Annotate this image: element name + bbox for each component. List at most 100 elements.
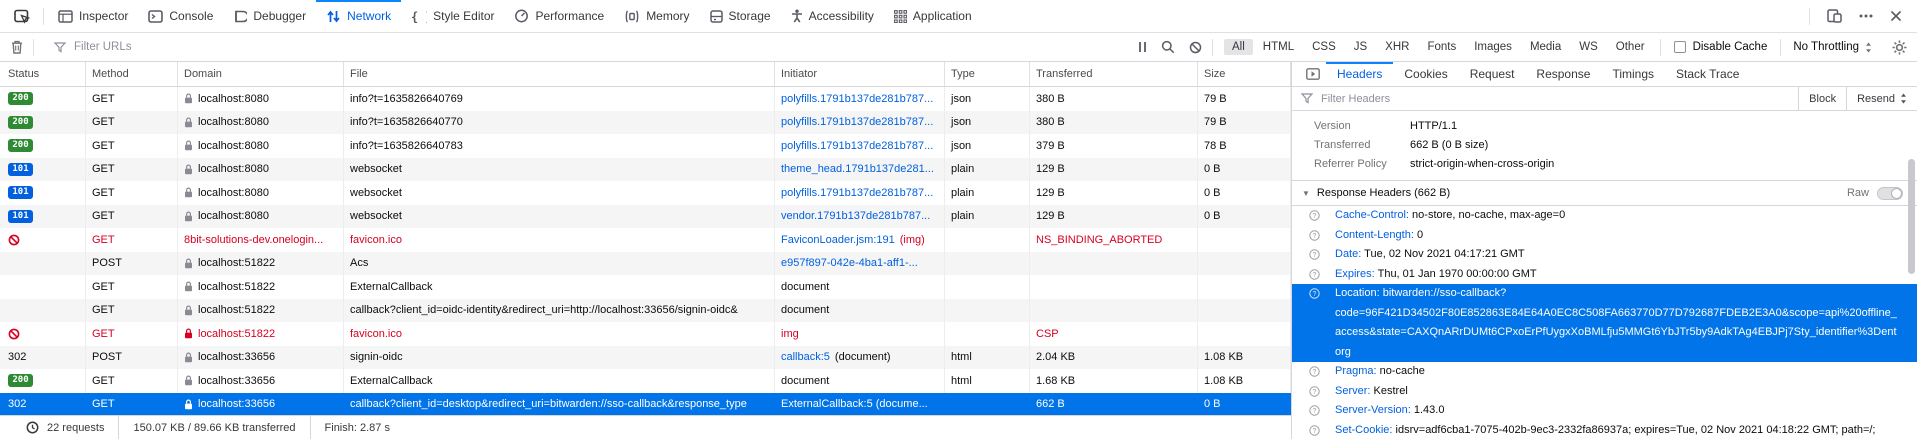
panel-tab-timings[interactable]: Timings <box>1601 62 1665 86</box>
request-row[interactable]: 302POSTlocalhost:33656signin-oidccallbac… <box>0 346 1291 370</box>
panel-tab-stack-trace[interactable]: Stack Trace <box>1665 62 1750 86</box>
request-row[interactable]: 101GETlocalhost:8080websocketpolyfills.1… <box>0 181 1291 205</box>
column-header-size[interactable]: Size <box>1198 62 1291 86</box>
request-row[interactable]: GETlocalhost:51822favicon.icoimgCSP <box>0 322 1291 346</box>
question-icon[interactable]: ? <box>1309 386 1320 397</box>
disable-cache-checkbox[interactable] <box>1674 41 1686 53</box>
initiator-link[interactable]: FaviconLoader.jsm:191 <box>781 234 895 246</box>
filter-pill-ws[interactable]: WS <box>1571 39 1606 55</box>
initiator-link[interactable]: polyfills.1791b137de281b787... <box>781 140 933 152</box>
initiator-link[interactable]: polyfills.1791b137de281b787... <box>781 93 933 105</box>
question-icon[interactable]: ? <box>1309 230 1320 241</box>
tab-application[interactable]: Application <box>884 0 982 32</box>
search-icon[interactable] <box>1161 40 1175 54</box>
question-icon[interactable]: ? <box>1309 249 1320 260</box>
tab-console[interactable]: Console <box>138 0 223 32</box>
filter-urls-input[interactable] <box>72 40 1138 54</box>
close-icon[interactable] <box>1890 10 1902 22</box>
svg-text:?: ? <box>1313 408 1317 415</box>
node-picker-button[interactable] <box>0 0 43 32</box>
question-icon[interactable]: ? <box>1309 288 1320 299</box>
initiator-link[interactable]: polyfills.1791b137de281b787... <box>781 116 933 128</box>
initiator-link[interactable]: e957f897-042e-4ba1-aff1-... <box>781 257 918 269</box>
filter-pill-images[interactable]: Images <box>1466 39 1520 55</box>
initiator-link[interactable]: vendor.1791b137de281b787... <box>781 210 930 222</box>
type-cell: html <box>945 369 1030 393</box>
sidebar-toggle-icon[interactable] <box>1298 62 1326 86</box>
panel-tab-response[interactable]: Response <box>1525 62 1601 86</box>
resend-button[interactable]: Resend <box>1846 87 1917 110</box>
panel-tab-headers[interactable]: Headers <box>1326 62 1393 86</box>
header-row-expires[interactable]: ?Expires: Thu, 01 Jan 1970 00:00:00 GMT <box>1292 265 1917 285</box>
clear-requests-button[interactable] <box>11 40 23 54</box>
throttling-select[interactable]: No Throttling <box>1781 41 1884 53</box>
initiator-link[interactable]: polyfills.1791b137de281b787... <box>781 187 933 199</box>
network-settings-button[interactable] <box>1884 40 1917 55</box>
method-cell: GET <box>86 111 178 135</box>
filter-pill-css[interactable]: CSS <box>1304 39 1344 55</box>
request-row[interactable]: 101GETlocalhost:8080websocketvendor.1791… <box>0 205 1291 229</box>
initiator-link[interactable]: theme_head.1791b137de281... <box>781 163 934 175</box>
column-header-transferred[interactable]: Transferred <box>1030 62 1198 86</box>
filter-pill-media[interactable]: Media <box>1522 39 1569 55</box>
tab-memory[interactable]: Memory <box>614 0 699 32</box>
tab-storage[interactable]: Storage <box>700 0 781 32</box>
column-header-initiator[interactable]: Initiator <box>775 62 945 86</box>
header-row-set-cookie[interactable]: ?Set-Cookie: idsrv=adf6cba1-7075-402b-9e… <box>1292 421 1917 439</box>
responsive-design-mode-icon[interactable] <box>1827 9 1842 23</box>
tab-inspector[interactable]: Inspector <box>48 0 138 32</box>
filter-pill-fonts[interactable]: Fonts <box>1419 39 1464 55</box>
meatball-menu-icon[interactable] <box>1859 14 1873 18</box>
header-row-server[interactable]: ?Server: Kestrel <box>1292 382 1917 402</box>
request-row[interactable]: GETlocalhost:51822ExternalCallbackdocume… <box>0 275 1291 299</box>
filter-pill-xhr[interactable]: XHR <box>1377 39 1417 55</box>
filter-headers-input[interactable] <box>1319 92 1798 106</box>
question-icon[interactable]: ? <box>1309 366 1320 377</box>
filter-pill-all[interactable]: All <box>1224 39 1253 55</box>
disable-cache-toggle[interactable]: Disable Cache <box>1661 41 1781 53</box>
request-row[interactable]: 200GETlocalhost:8080info?t=1635826640770… <box>0 111 1291 135</box>
tab-accessibility[interactable]: Accessibility <box>781 0 884 32</box>
question-icon[interactable]: ? <box>1309 425 1320 436</box>
panel-tab-cookies[interactable]: Cookies <box>1393 62 1458 86</box>
tab-style-editor[interactable]: { }Style Editor <box>401 0 504 32</box>
response-headers-section-header[interactable]: ▼ Response Headers (662 B) Raw <box>1292 180 1917 206</box>
initiator-link[interactable]: callback:5 <box>781 351 830 363</box>
filter-pill-js[interactable]: JS <box>1346 39 1375 55</box>
raw-toggle[interactable] <box>1877 187 1903 200</box>
request-row[interactable]: 200GETlocalhost:8080info?t=1635826640783… <box>0 134 1291 158</box>
tab-performance[interactable]: Performance <box>504 0 614 32</box>
column-header-file[interactable]: File <box>344 62 775 86</box>
panel-tab-request[interactable]: Request <box>1459 62 1526 86</box>
tab-network[interactable]: Network <box>316 0 401 32</box>
block-button[interactable]: Block <box>1798 87 1846 110</box>
request-row[interactable]: GET8bit-solutions-dev.onelogin...favicon… <box>0 228 1291 252</box>
header-row-server-version[interactable]: ?Server-Version: 1.43.0 <box>1292 401 1917 421</box>
request-row[interactable]: POSTlocalhost:51822Acse957f897-042e-4ba1… <box>0 252 1291 276</box>
filter-pill-html[interactable]: HTML <box>1255 39 1302 55</box>
panel-scrollbar[interactable] <box>1908 159 1915 274</box>
column-header-type[interactable]: Type <box>945 62 1030 86</box>
header-row-content-length[interactable]: ?Content-Length: 0 <box>1292 226 1917 246</box>
header-row-pragma[interactable]: ?Pragma: no-cache <box>1292 362 1917 382</box>
column-header-domain[interactable]: Domain <box>178 62 344 86</box>
block-request-icon[interactable] <box>1189 41 1202 54</box>
transferred-cell: 379 B <box>1030 134 1198 158</box>
question-icon[interactable]: ? <box>1309 405 1320 416</box>
request-row[interactable]: 302GETlocalhost:33656callback?client_id=… <box>0 393 1291 416</box>
tab-debugger[interactable]: Debugger <box>223 0 316 32</box>
request-row[interactable]: 200GETlocalhost:8080info?t=1635826640769… <box>0 87 1291 111</box>
filter-pill-other[interactable]: Other <box>1608 39 1653 55</box>
pause-traffic-icon[interactable] <box>1138 41 1147 53</box>
header-row-date[interactable]: ?Date: Tue, 02 Nov 2021 04:17:21 GMT <box>1292 245 1917 265</box>
summary-value: strict-origin-when-cross-origin <box>1410 155 1554 174</box>
column-header-method[interactable]: Method <box>86 62 178 86</box>
request-row[interactable]: GETlocalhost:51822callback?client_id=oid… <box>0 299 1291 323</box>
question-icon[interactable]: ? <box>1309 210 1320 221</box>
request-row[interactable]: 101GETlocalhost:8080websockettheme_head.… <box>0 158 1291 182</box>
column-header-status[interactable]: Status <box>0 62 86 86</box>
request-row[interactable]: 200GETlocalhost:33656ExternalCallbackdoc… <box>0 369 1291 393</box>
header-row-cache-control[interactable]: ?Cache-Control: no-store, no-cache, max-… <box>1292 206 1917 226</box>
question-icon[interactable]: ? <box>1309 269 1320 280</box>
header-row-location[interactable]: ?Location: bitwarden://sso-callback?code… <box>1292 284 1917 362</box>
